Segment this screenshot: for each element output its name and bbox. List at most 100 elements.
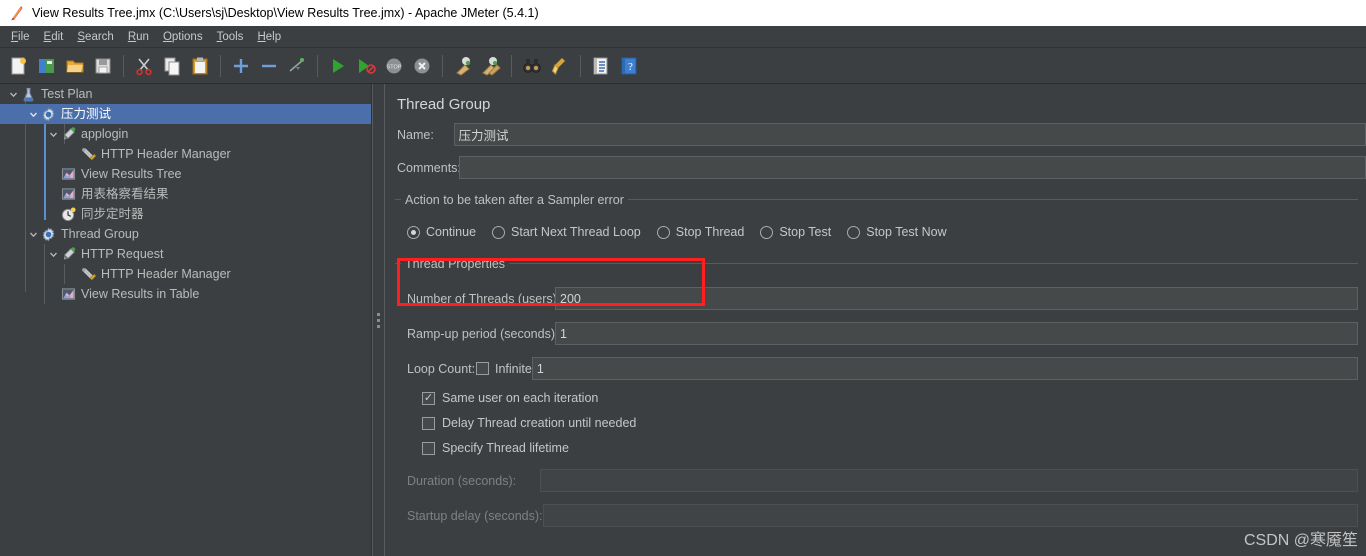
startup-delay-label: Startup delay (seconds): [407, 508, 543, 523]
menu-help[interactable]: Help [250, 29, 288, 45]
csdn-watermark: CSDN @寒魇笙 [1243, 532, 1358, 549]
clear-all-broom-icon[interactable] [478, 53, 504, 79]
name-row: Name: 压力测试 [385, 123, 1366, 146]
delay-thread-creation-label: Delay Thread creation until needed [442, 416, 637, 430]
rampup-period-input[interactable]: 1 [555, 322, 1358, 345]
menu-file[interactable]: File [4, 29, 37, 45]
number-of-threads-row: Number of Threads (users): 200 [395, 287, 1358, 310]
radio-label: Start Next Thread Loop [511, 225, 641, 239]
save-icon[interactable] [90, 53, 116, 79]
menu-run[interactable]: Run [121, 29, 156, 45]
start-play-icon[interactable] [325, 53, 351, 79]
duration-row: Duration (seconds): [395, 469, 1358, 492]
http-sampler-pipette-icon [60, 246, 77, 263]
thread-properties-group: Thread Properties Number of Threads (use… [395, 255, 1358, 527]
tree-item-thread-group[interactable]: Thread Group [0, 224, 371, 244]
duration-input[interactable] [540, 469, 1358, 492]
expand-plus-icon[interactable] [228, 53, 254, 79]
tree-item-label: 用表格察看结果 [81, 187, 169, 201]
thread-group-gear-icon [40, 226, 57, 243]
new-file-icon[interactable] [6, 53, 32, 79]
search-binoculars-icon[interactable] [519, 53, 545, 79]
open-folder-icon[interactable] [62, 53, 88, 79]
radio-continue[interactable]: Continue [407, 225, 476, 239]
templates-icon[interactable] [34, 53, 60, 79]
specify-thread-lifetime-checkbox[interactable]: Specify Thread lifetime [395, 441, 1358, 455]
radio-stop-thread[interactable]: Stop Thread [656, 225, 745, 239]
tree-item-label: HTTP Header Manager [101, 147, 231, 161]
chevron-down-icon[interactable] [46, 124, 60, 144]
radio-indicator [760, 225, 774, 239]
tree-item-sync-timer[interactable]: 同步定时器 [0, 204, 371, 224]
loop-count-label: Loop Count: [407, 361, 476, 376]
menu-edit[interactable]: Edit [37, 29, 71, 45]
reset-search-brush-icon[interactable] [547, 53, 573, 79]
stop-icon[interactable]: STOP [381, 53, 407, 79]
tree-item-view-results-tree[interactable]: View Results Tree [0, 164, 371, 184]
shutdown-icon[interactable] [409, 53, 435, 79]
chevron-down-icon[interactable] [6, 84, 20, 104]
name-input[interactable]: 压力测试 [453, 123, 1366, 146]
radio-stop-test[interactable]: Stop Test [760, 225, 831, 239]
number-of-threads-input[interactable]: 200 [555, 287, 1358, 310]
header-manager-tools-icon [80, 146, 97, 163]
menu-search[interactable]: Search [70, 29, 120, 45]
jmeter-feather-icon [8, 4, 26, 22]
radio-label: Stop Thread [675, 225, 745, 239]
toolbar-separator [220, 54, 221, 77]
menu-options[interactable]: Options [156, 29, 210, 45]
start-no-pauses-icon[interactable] [353, 53, 379, 79]
test-plan-tree[interactable]: Test Plan 压力测试 applogin HTTP Header Mana… [0, 84, 372, 556]
startup-delay-input[interactable] [542, 504, 1358, 527]
chevron-down-icon[interactable] [26, 104, 40, 124]
tree-item-http-header-manager[interactable]: HTTP Header Manager [0, 144, 371, 164]
loop-count-input[interactable]: 1 [531, 357, 1358, 380]
specify-thread-lifetime-label: Specify Thread lifetime [442, 441, 569, 455]
toolbar-separator [123, 54, 124, 77]
radio-indicator [847, 225, 861, 239]
collapse-minus-icon[interactable] [256, 53, 282, 79]
tree-item-label: View Results Tree [81, 167, 182, 181]
tree-item-test-plan[interactable]: Test Plan [0, 84, 371, 104]
radio-start-next-thread-loop[interactable]: Start Next Thread Loop [492, 225, 641, 239]
same-user-label: Same user on each iteration [442, 391, 599, 405]
tree-item-view-results-table-cn[interactable]: 用表格察看结果 [0, 184, 371, 204]
tree-item-pressure-test[interactable]: 压力测试 [0, 104, 371, 124]
delay-thread-creation-checkbox[interactable]: Delay Thread creation until needed [395, 416, 1358, 430]
tree-item-label: applogin [81, 127, 129, 141]
svg-text:STOP: STOP [387, 64, 402, 70]
thread-group-gear-icon [40, 106, 57, 123]
clear-broom-icon[interactable] [450, 53, 476, 79]
infinite-checkbox[interactable]: Infinite [476, 362, 532, 376]
cut-scissors-icon[interactable] [131, 53, 157, 79]
sampler-error-group-title: Action to be taken after a Sampler error [401, 193, 628, 207]
listener-chart-icon [60, 286, 77, 303]
panel-splitter[interactable] [372, 84, 385, 556]
main-split-pane: Test Plan 压力测试 applogin HTTP Header Mana… [0, 84, 1366, 556]
tree-item-http-request[interactable]: HTTP Request [0, 244, 371, 264]
copy-icon[interactable] [159, 53, 185, 79]
comments-label: Comments: [397, 160, 461, 175]
comments-input[interactable] [459, 156, 1366, 179]
tree-item-label: Thread Group [61, 227, 139, 241]
toolbar-separator [317, 54, 318, 77]
toggle-enable-icon[interactable] [284, 53, 310, 79]
rampup-period-label: Ramp-up period (seconds): [407, 326, 559, 341]
chevron-down-icon[interactable] [26, 224, 40, 244]
radio-label: Continue [426, 225, 477, 239]
radio-label: Stop Test [779, 225, 832, 239]
tree-item-http-header-manager-2[interactable]: HTTP Header Manager [0, 264, 371, 284]
tree-item-view-results-in-table[interactable]: View Results in Table [0, 284, 371, 304]
radio-stop-test-now[interactable]: Stop Test Now [847, 225, 947, 239]
menu-tools[interactable]: Tools [210, 29, 251, 45]
tree-item-applogin[interactable]: applogin [0, 124, 371, 144]
chevron-down-icon[interactable] [46, 244, 60, 264]
radio-indicator [656, 225, 670, 239]
same-user-checkbox[interactable]: Same user on each iteration [395, 391, 1358, 405]
help-question-icon[interactable]: ? [616, 53, 642, 79]
tree-item-label: View Results in Table [81, 287, 200, 301]
sampler-error-group: Action to be taken after a Sampler error… [395, 191, 1358, 239]
tree-item-label: 压力测试 [61, 107, 112, 121]
paste-clipboard-icon[interactable] [187, 53, 213, 79]
function-helper-list-icon[interactable] [588, 53, 614, 79]
